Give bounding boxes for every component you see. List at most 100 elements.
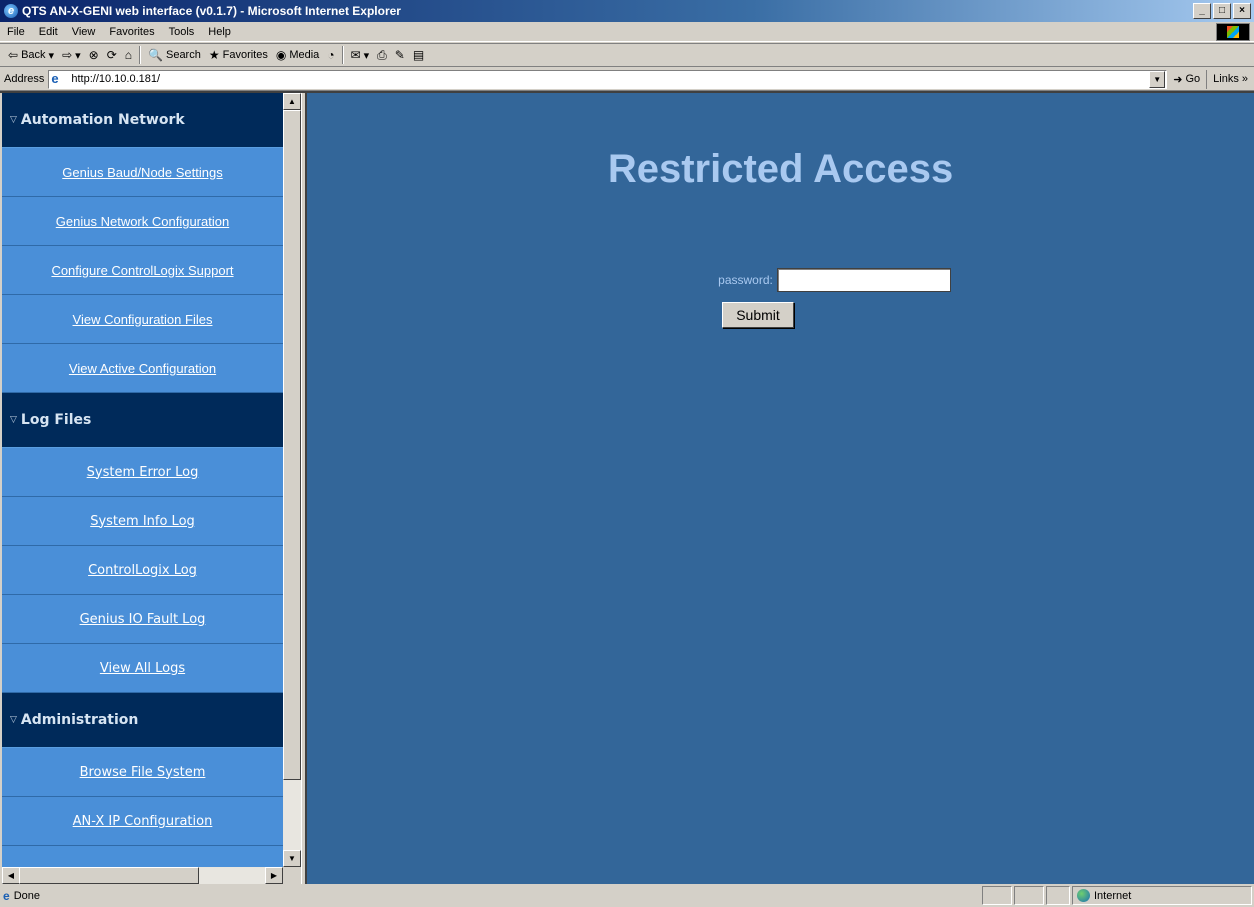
nav-horizontal-scrollbar[interactable]: ◀ ▶ [2, 867, 283, 884]
media-label: Media [289, 49, 320, 61]
status-bar: e Done Internet [0, 884, 1254, 907]
edit-button[interactable]: ✎ [391, 45, 409, 65]
refresh-button[interactable]: ⟳ [103, 45, 121, 65]
nav-link-genius-baud-node-settings[interactable]: Genius Baud/Node Settings [2, 148, 283, 197]
favorites-label: Favorites [222, 49, 268, 61]
back-arrow-icon: ⇦ [8, 48, 19, 62]
menu-view[interactable]: View [65, 26, 103, 38]
edit-icon: ✎ [394, 48, 405, 62]
scroll-thumb[interactable] [19, 867, 199, 884]
close-button[interactable]: × [1233, 3, 1251, 19]
address-label: Address [4, 73, 45, 85]
back-label: Back [21, 49, 46, 61]
chevron-down-icon[interactable]: ▾ [75, 49, 81, 62]
section-header-administration[interactable]: ▽ Administration [2, 693, 283, 748]
print-button[interactable]: ⎙ [373, 45, 391, 65]
links-button[interactable]: Links » [1207, 73, 1254, 85]
nav-link-controllogix-log[interactable]: ControlLogix Log [2, 546, 283, 595]
forward-arrow-icon: ⇨ [62, 48, 73, 62]
toolbar-divider [341, 46, 344, 64]
home-icon: ⌂ [124, 48, 133, 62]
browser-toolbar: ⇦ Back ▾ ⇨ ▾ ⊗ ⟳ ⌂ 🔍 Search ★ Favorites … [0, 43, 1254, 67]
toolbar-divider [139, 46, 142, 64]
print-icon: ⎙ [377, 47, 387, 62]
search-button[interactable]: 🔍 Search [144, 45, 205, 65]
main-frame: Restricted Access password: Submit [307, 93, 1254, 884]
history-icon: ◔ [327, 48, 335, 62]
nav-link-view-configuration-files[interactable]: View Configuration Files [2, 295, 283, 344]
menu-help[interactable]: Help [201, 26, 238, 38]
nav-link-view-all-logs[interactable]: View All Logs [2, 644, 283, 693]
globe-icon [1077, 889, 1090, 902]
section-header-automation-network[interactable]: ▽ Automation Network [2, 93, 283, 148]
collapse-triangle-icon: ▽ [10, 115, 17, 125]
nav-frame: ▽ Automation Network Genius Baud/Node Se… [0, 93, 304, 884]
go-label: Go [1185, 73, 1201, 85]
section-header-log-files[interactable]: ▽ Log Files [2, 393, 283, 448]
chevron-down-icon[interactable]: ▾ [364, 49, 370, 62]
history-button[interactable]: ◔ [323, 45, 338, 65]
mail-icon: ✉ [350, 48, 361, 62]
media-button[interactable]: ◉ Media [272, 45, 323, 65]
address-input[interactable]: e http://10.10.0.181/ ▼ [48, 69, 1168, 89]
section-title: Automation Network [20, 112, 185, 128]
nav-link-anx-ip-configuration[interactable]: AN-X IP Configuration [2, 797, 283, 846]
collapse-triangle-icon: ▽ [10, 415, 17, 425]
password-field[interactable] [776, 268, 951, 292]
nav-link-genius-network-configuration[interactable]: Genius Network Configuration [2, 197, 283, 246]
page-status-icon: e [3, 888, 10, 903]
scrollbar-corner [283, 867, 301, 884]
go-button[interactable]: ➜ Go [1167, 69, 1208, 89]
scroll-right-button[interactable]: ▶ [265, 867, 283, 884]
section-title: Administration [20, 712, 139, 728]
status-text: Done [13, 889, 40, 902]
stop-icon: ⊗ [88, 48, 99, 62]
search-label: Search [165, 49, 201, 61]
browser-content: ▽ Automation Network Genius Baud/Node Se… [0, 91, 1254, 884]
scroll-down-button[interactable]: ▼ [283, 850, 301, 867]
forward-button[interactable]: ⇨ ▾ [58, 45, 85, 65]
search-icon: 🔍 [148, 48, 163, 62]
scroll-thumb[interactable] [283, 110, 301, 780]
window-titlebar: e QTS AN-X-GENI web interface (v0.1.7) -… [0, 0, 1254, 22]
menu-edit[interactable]: Edit [32, 26, 65, 38]
mail-button[interactable]: ✉ ▾ [347, 45, 374, 65]
home-button[interactable]: ⌂ [121, 45, 136, 65]
nav-link-browse-file-system[interactable]: Browse File System [2, 748, 283, 797]
back-button[interactable]: ⇦ Back ▾ [4, 45, 58, 65]
status-pane [1046, 886, 1070, 905]
nav-vertical-scrollbar[interactable]: ▲ ▼ [283, 93, 301, 867]
scroll-left-button[interactable]: ◀ [2, 867, 20, 884]
nav-link-genius-io-fault-log[interactable]: Genius IO Fault Log [2, 595, 283, 644]
stop-button[interactable]: ⊗ [85, 45, 103, 65]
menu-bar: File Edit View Favorites Tools Help [0, 22, 1254, 42]
minimize-button[interactable]: _ [1193, 3, 1211, 19]
maximize-button[interactable]: □ [1213, 3, 1231, 19]
nav-link-view-active-configuration[interactable]: View Active Configuration [2, 344, 283, 393]
nav-link-configure-controllogix-support[interactable]: Configure ControlLogix Support [2, 246, 283, 295]
ie-icon: e [4, 4, 18, 18]
nav-link-system-info-log[interactable]: System Info Log [2, 497, 283, 546]
discuss-button[interactable]: ▤ [409, 45, 428, 65]
address-dropdown-button[interactable]: ▼ [1149, 70, 1166, 88]
address-bar: Address e http://10.10.0.181/ ▼ ➜ Go Lin… [0, 68, 1254, 91]
address-url[interactable]: http://10.10.0.181/ [71, 73, 1149, 85]
favorites-button[interactable]: ★ Favorites [205, 45, 272, 65]
nav-link-system-error-log[interactable]: System Error Log [2, 448, 283, 497]
password-label: password: [718, 273, 773, 287]
status-pane [982, 886, 1012, 905]
status-pane [1014, 886, 1044, 905]
password-row: password: [307, 268, 1254, 292]
nav-menu: ▽ Automation Network Genius Baud/Node Se… [2, 93, 283, 867]
submit-button[interactable]: Submit [722, 302, 794, 328]
media-icon: ◉ [275, 48, 287, 62]
menu-favorites[interactable]: Favorites [102, 26, 161, 38]
menu-tools[interactable]: Tools [162, 26, 202, 38]
collapse-triangle-icon: ▽ [10, 715, 17, 725]
favorites-icon: ★ [208, 48, 220, 62]
page-icon: e [51, 71, 59, 86]
chevron-down-icon[interactable]: ▾ [49, 49, 55, 62]
zone-label: Internet [1094, 889, 1132, 902]
menu-file[interactable]: File [0, 26, 32, 38]
scroll-up-button[interactable]: ▲ [283, 93, 301, 110]
